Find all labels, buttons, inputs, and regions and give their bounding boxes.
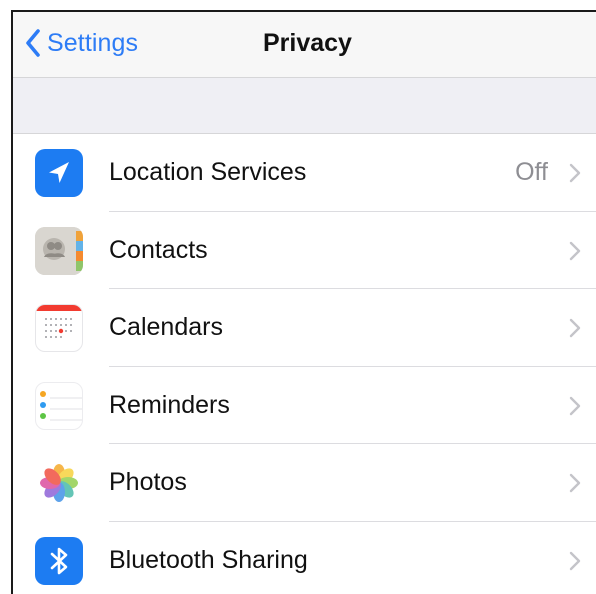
- back-button-label: Settings: [47, 28, 139, 57]
- row-detail: Off: [515, 158, 548, 186]
- row-contacts[interactable]: Contacts: [13, 212, 596, 289]
- calendar-icon: [35, 304, 83, 352]
- bluetooth-icon: [35, 536, 83, 585]
- reminders-icon: [35, 381, 83, 430]
- row-label: Contacts: [109, 235, 208, 264]
- privacy-list: Location Services Off Contacts Calendars…: [13, 134, 596, 594]
- row-label: Location Services: [109, 158, 307, 186]
- section-spacer: [13, 78, 596, 134]
- chevron-right-icon: [569, 163, 581, 183]
- row-label: Bluetooth Sharing: [109, 545, 308, 574]
- chevron-right-icon: [569, 318, 581, 338]
- contacts-icon: [35, 226, 83, 275]
- privacy-screen: Settings Privacy Location Services Off C…: [11, 10, 596, 594]
- chevron-right-icon: [569, 241, 581, 260]
- row-photos[interactable]: Photos: [13, 444, 596, 522]
- back-button[interactable]: Settings: [25, 26, 138, 60]
- chevron-right-icon: [569, 473, 581, 493]
- chevron-right-icon: [569, 396, 581, 415]
- chevron-right-icon: [569, 551, 581, 570]
- photos-icon: [35, 459, 83, 507]
- row-location-services[interactable]: Location Services Off: [13, 134, 596, 212]
- row-label: Reminders: [109, 390, 230, 419]
- page-title: Privacy: [263, 29, 352, 57]
- location-arrow-icon: [35, 149, 83, 197]
- row-reminders[interactable]: Reminders: [13, 367, 596, 444]
- navigation-bar: Settings Privacy: [13, 12, 596, 78]
- row-calendars[interactable]: Calendars: [13, 289, 596, 367]
- row-bluetooth-sharing[interactable]: Bluetooth Sharing: [13, 522, 596, 594]
- row-label: Calendars: [109, 313, 223, 341]
- row-label: Photos: [109, 468, 187, 496]
- chevron-left-icon: [26, 29, 40, 57]
